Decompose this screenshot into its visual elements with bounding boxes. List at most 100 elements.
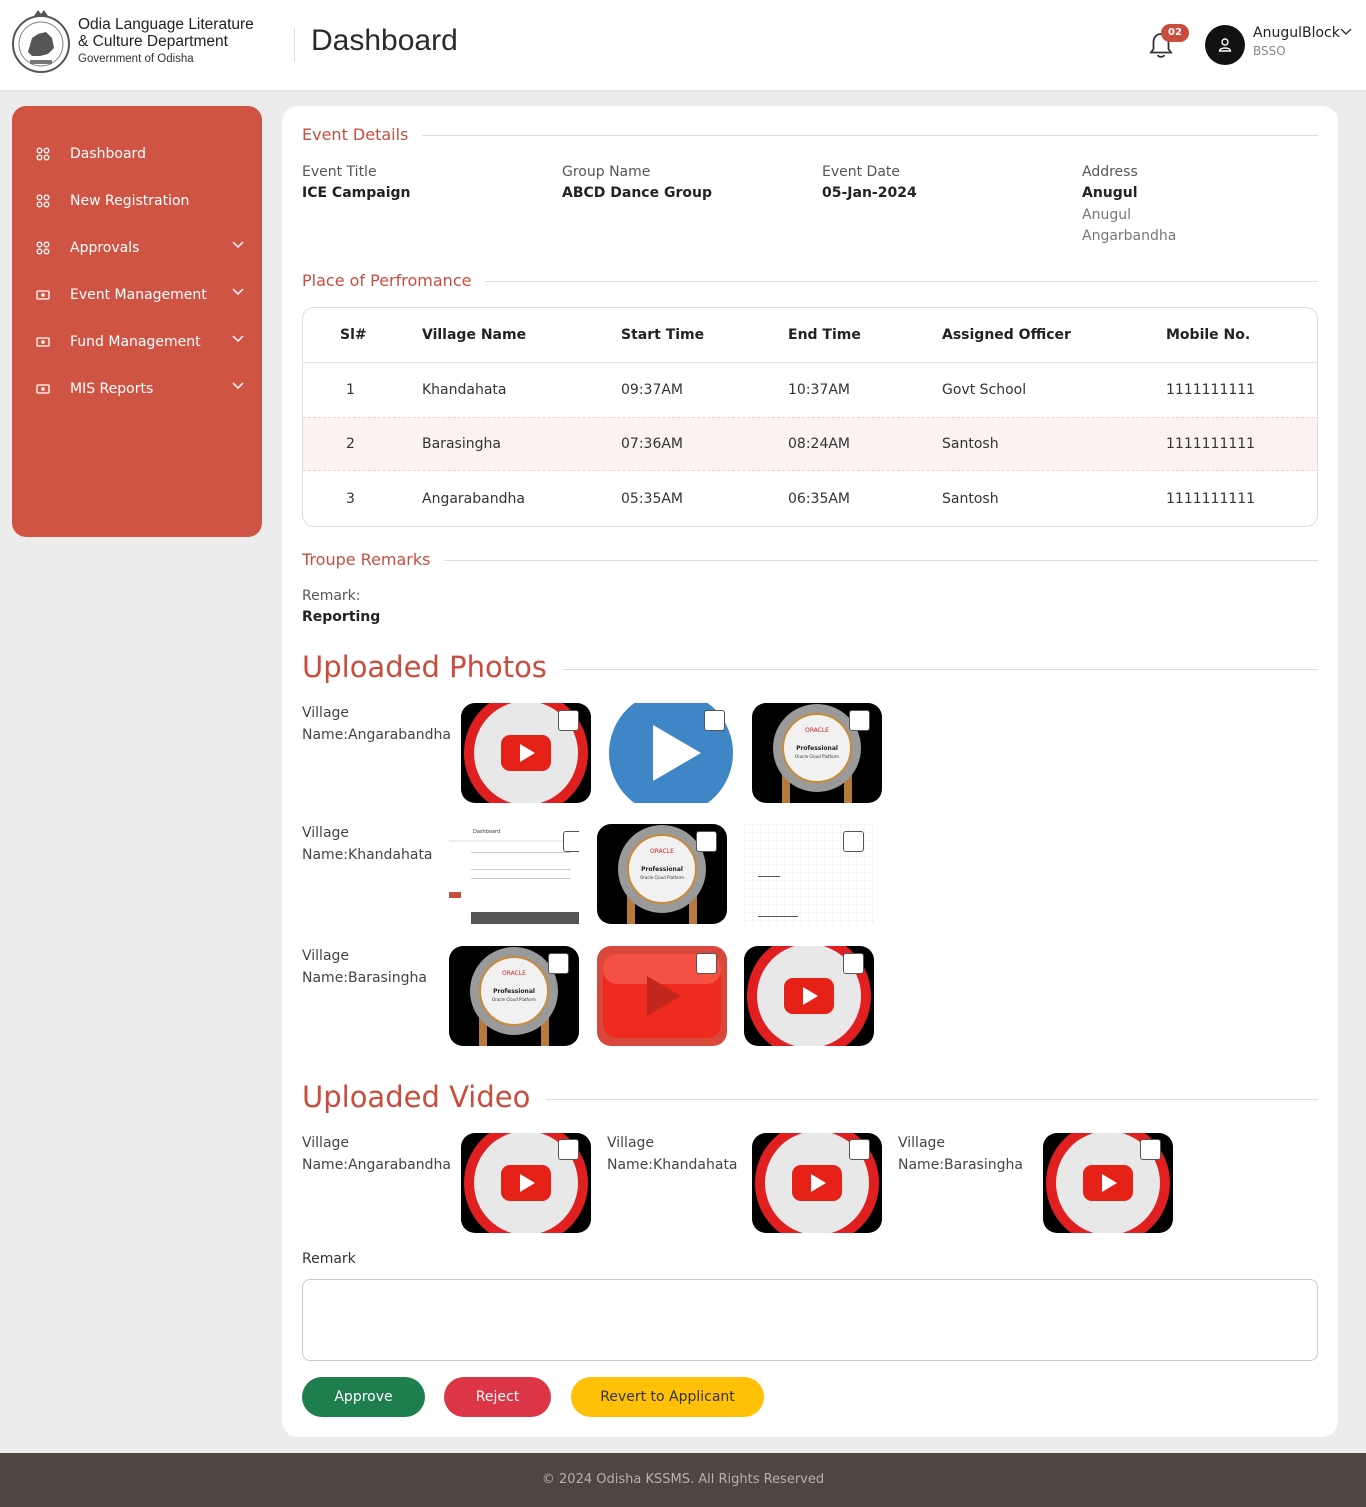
select-video-checkbox[interactable] [849, 1139, 870, 1160]
table-cell: 05:35AM [621, 491, 684, 507]
column-header: Mobile No. [1166, 327, 1251, 343]
group-name-value: ABCD Dance Group [562, 185, 712, 201]
column-header: Village Name [422, 327, 527, 343]
chevron-down-icon [232, 288, 244, 296]
village-label: Village [302, 825, 350, 841]
user-role: BSSO [1253, 44, 1286, 58]
sidebar-item-approvals[interactable]: Approvals [12, 228, 262, 268]
money-icon [36, 337, 50, 347]
event-date-value: 05-Jan-2024 [822, 185, 917, 201]
chevron-down-icon [232, 241, 244, 249]
user-avatar[interactable] [1205, 25, 1245, 65]
sidebar-item-mis-reports[interactable]: MIS Reports [12, 369, 262, 409]
table-cell: Barasingha [422, 436, 501, 452]
badge-title-text: Professional [796, 745, 838, 752]
odisha-emblem-logo [12, 10, 70, 73]
grid-icon [36, 241, 50, 255]
select-photo-checkbox[interactable] [843, 831, 864, 852]
village-label: Village [607, 1135, 655, 1151]
event-date-label: Event Date [822, 164, 901, 180]
remark-label: Remark: [302, 588, 361, 604]
sidebar-item-label: New Registration [70, 193, 190, 209]
remark-textarea[interactable] [302, 1279, 1318, 1361]
table-cell: Govt School [942, 382, 1027, 398]
place-of-performance-heading: Place of Perfromance [302, 271, 486, 290]
select-photo-checkbox[interactable] [548, 953, 569, 974]
screenshot-title-text: Dashboard [473, 829, 500, 835]
village-name: Name:Khandahata [302, 846, 433, 863]
page-title: Dashboard [311, 24, 458, 57]
troupe-remarks-heading: Troupe Remarks [302, 550, 445, 569]
sidebar-item-new-registration[interactable]: New Registration [12, 181, 262, 221]
chevron-down-icon [232, 335, 244, 343]
revert-to-applicant-button[interactable]: Revert to Applicant [571, 1377, 764, 1417]
remark-field-label: Remark [302, 1251, 356, 1267]
village-label: Village [898, 1135, 946, 1151]
select-photo-checkbox[interactable] [696, 831, 717, 852]
uploaded-photos-heading: Uploaded Photos [302, 650, 563, 684]
select-video-checkbox[interactable] [1140, 1139, 1161, 1160]
org-line-1: Odia Language Literature [78, 16, 254, 33]
photo-thumbnail[interactable]: Dashboard [449, 824, 579, 924]
address-label: Address [1082, 164, 1138, 180]
village-name: Name:Angarabandha [302, 1156, 451, 1173]
select-photo-checkbox[interactable] [563, 831, 579, 852]
village-name: Name:Barasingha [898, 1156, 1023, 1173]
org-line-3: Government of Odisha [78, 53, 194, 65]
table-row: 3 Angarabandha 05:35AM 06:35AM Santosh 1… [303, 472, 1317, 526]
sidebar-item-event-management[interactable]: Event Management [12, 275, 262, 315]
select-video-checkbox[interactable] [558, 1139, 579, 1160]
photo-thumbnail[interactable]: ORACLE Professional Oracle Cloud Platfor… [597, 824, 727, 924]
badge-line-text: Oracle Cloud Platform [640, 875, 684, 880]
header-divider [294, 28, 295, 62]
village-name: Name:Khandahata [607, 1156, 738, 1173]
badge-title-text: Professional [493, 988, 535, 995]
event-details-heading: Event Details [302, 125, 423, 144]
select-photo-checkbox[interactable] [843, 953, 864, 974]
event-review-card: Event Details Event Title ICE Campaign G… [282, 106, 1338, 1437]
select-photo-checkbox[interactable] [704, 710, 725, 731]
photo-thumbnail[interactable] [461, 703, 591, 803]
user-name[interactable]: AnugulBlock [1253, 25, 1340, 41]
photo-thumbnail[interactable] [606, 703, 736, 803]
table-cell: 1 [346, 382, 355, 398]
section-divider [442, 560, 1318, 561]
event-title-label: Event Title [302, 164, 377, 180]
video-thumbnail[interactable] [461, 1133, 591, 1233]
photo-group-label: Village Name:Khandahata [302, 823, 433, 866]
event-title-value: ICE Campaign [302, 185, 411, 201]
video-thumbnail[interactable] [752, 1133, 882, 1233]
sidebar-item-fund-management[interactable]: Fund Management [12, 322, 262, 362]
photo-group-label: Village Name:Angarabandha [302, 703, 451, 746]
photo-thumbnail[interactable] [597, 946, 727, 1046]
chevron-down-icon[interactable] [1340, 28, 1352, 36]
address-line-2: Anugul [1082, 207, 1131, 223]
select-photo-checkbox[interactable] [558, 710, 579, 731]
photo-thumbnail[interactable] [744, 946, 874, 1046]
photo-thumbnail[interactable] [744, 824, 874, 924]
village-label: Village [302, 948, 350, 964]
badge-brand-text: ORACLE [502, 970, 526, 977]
column-header: Sl# [340, 327, 367, 343]
sidebar-item-dashboard[interactable]: Dashboard [12, 134, 262, 174]
select-photo-checkbox[interactable] [696, 953, 717, 974]
table-header-row: Sl# Village Name Start Time End Time Ass… [303, 308, 1317, 363]
notification-count-badge: 02 [1161, 24, 1189, 42]
badge-title-text: Professional [641, 866, 683, 873]
video-group-label: Village Name:Khandahata [607, 1133, 738, 1176]
video-thumbnail[interactable] [1043, 1133, 1173, 1233]
reject-button[interactable]: Reject [444, 1377, 551, 1417]
org-line-2: & Culture Department [78, 33, 228, 50]
sidebar-item-label: Event Management [70, 287, 207, 303]
badge-brand-text: ORACLE [805, 727, 829, 734]
photo-thumbnail[interactable]: ORACLE Professional Oracle Cloud Platfor… [752, 703, 882, 803]
money-icon [36, 384, 50, 394]
section-divider [472, 281, 1318, 282]
approve-button[interactable]: Approve [302, 1377, 425, 1417]
badge-brand-text: ORACLE [650, 848, 674, 855]
photo-thumbnail[interactable]: ORACLE Professional Oracle Cloud Platfor… [449, 946, 579, 1046]
money-icon [36, 290, 50, 300]
select-photo-checkbox[interactable] [849, 710, 870, 731]
village-label: Village [302, 1135, 350, 1151]
column-header: Assigned Officer [942, 327, 1071, 343]
